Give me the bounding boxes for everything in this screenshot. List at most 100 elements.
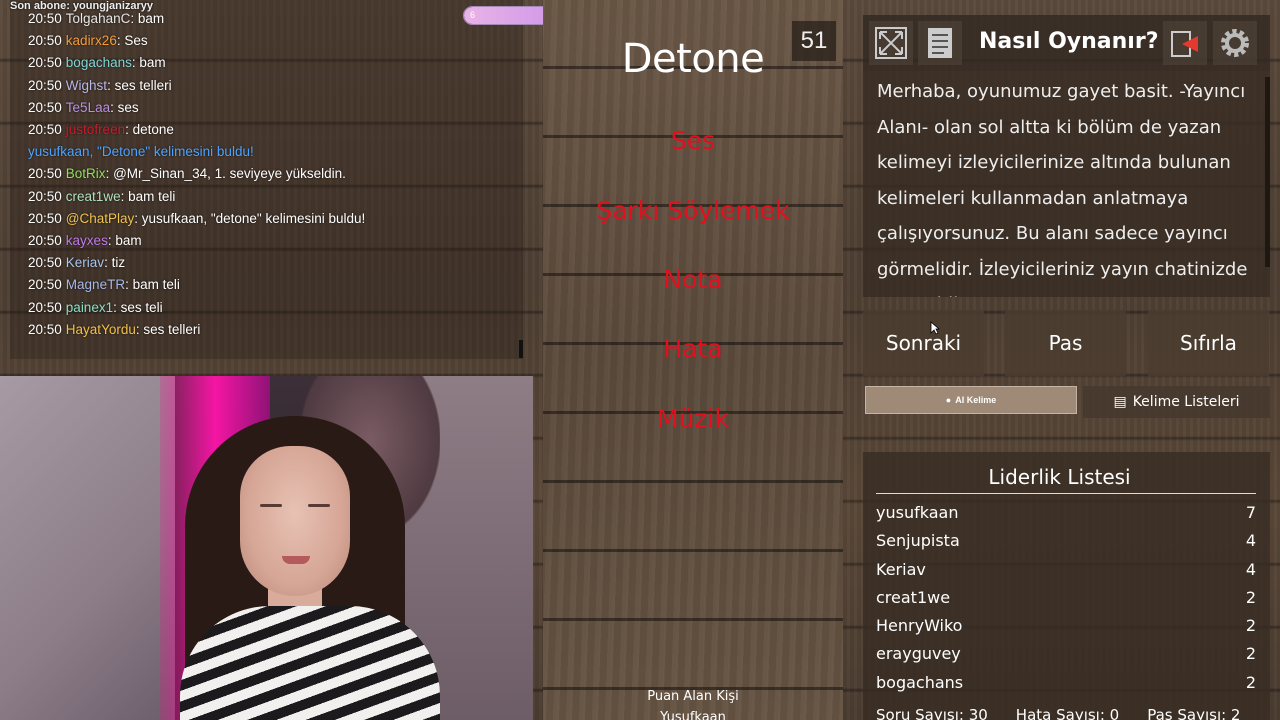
- webcam-streamer-face: [240, 446, 350, 596]
- leaderboard-panel: Liderlik Listesi yusufkaan 7 Senjupista 4 Ke…: [863, 452, 1270, 720]
- howto-title: Nasıl Oynanır?: [979, 29, 1159, 54]
- chat-message-text: bam: [137, 10, 165, 26]
- word-lists-button[interactable]: ▤ Kelime Listeleri: [1083, 386, 1270, 418]
- chat-message: 20:50 painex1: ses teli: [28, 299, 163, 315]
- chat-message-text: bam teli: [132, 277, 180, 293]
- chat-message-text: ses telleri: [143, 321, 201, 337]
- forbidden-word: Ses: [670, 126, 716, 155]
- question-count: Soru Sayısı: 30: [876, 706, 988, 720]
- chat-message: 20:50 @ChatPlay: yusufkaan, "detone" keli…: [28, 210, 366, 226]
- chat-message: 20:50 Wighst: ses telleri: [28, 77, 172, 93]
- chat-username[interactable]: kadirx26: [66, 33, 117, 48]
- chat-message-text: bam teli: [128, 188, 176, 204]
- chat-username[interactable]: Keriav: [66, 255, 104, 270]
- leaderboard-row: bogachans 2: [876, 669, 1256, 697]
- leaderboard-row: Keriav 4: [876, 556, 1256, 584]
- chat-message-text: ses: [117, 99, 139, 115]
- chat-message-text: detone: [132, 121, 174, 137]
- exit-button[interactable]: [1163, 21, 1207, 65]
- chat-username[interactable]: TolgahanC: [66, 11, 131, 26]
- chat-timestamp: 20:50: [28, 33, 62, 49]
- chat-message: 20:50 Keriav: tiz: [28, 255, 126, 271]
- leaderboard-title: Liderlik Listesi: [988, 465, 1131, 489]
- leaderboard-row: creat1we 2: [876, 584, 1256, 612]
- chat-message: 20:50 MagneTR: bam teli: [28, 277, 180, 293]
- forbidden-word: Şarkı Söylemek: [596, 196, 790, 225]
- chat-message-text: ses telleri: [114, 77, 172, 93]
- fullscreen-icon: [875, 27, 907, 59]
- chat-username[interactable]: Wighst: [66, 78, 107, 93]
- leaderboard-player-name: Keriav: [876, 559, 926, 579]
- chat-message: 20:50 HayatYordu: ses telleri: [28, 321, 201, 337]
- leaderboard-player-name: yusufkaan: [876, 503, 959, 522]
- pass-button[interactable]: Pas: [1005, 310, 1126, 376]
- webcam-streamer-sweater: [180, 606, 440, 720]
- webcam-streamer-eye: [260, 504, 282, 507]
- settings-button[interactable]: [1213, 21, 1257, 65]
- leaderboard-player-score: 2: [1245, 644, 1256, 664]
- chat-username[interactable]: bogachans: [66, 55, 132, 70]
- forbidden-word: Müzik: [657, 404, 729, 433]
- leaderboard-player-name: Senjupista: [876, 531, 960, 551]
- chat-username[interactable]: @ChatPlay: [66, 211, 134, 226]
- chat-timestamp: 20:50: [28, 99, 62, 115]
- forbidden-word: Hata: [663, 334, 723, 363]
- chat-message-text: bam: [115, 232, 142, 248]
- chat-timestamp: 20:50: [28, 277, 62, 293]
- howto-text: Merhaba, oyunumuz gayet basit. -Yayıncı …: [877, 81, 1248, 297]
- ai-word-button[interactable]: ● AI Kelime: [865, 386, 1077, 414]
- chat-username[interactable]: creat1we: [66, 189, 121, 204]
- reset-button[interactable]: Sıfırla: [1148, 310, 1269, 376]
- chat-message: 20:50 kayxes: bam: [28, 232, 142, 248]
- leaderboard-player-name: bogachans: [876, 672, 964, 692]
- exit-icon: [1171, 31, 1198, 57]
- chat-message-list: 20:50 TolgahanC: bam 20:50 kadirx26: Ses 20:…: [28, 8, 513, 341]
- chat-message: 20:50 BotRix: @Mr_Sinan_34, 1. seviyeye y…: [28, 166, 346, 182]
- webcam-feed: [0, 376, 533, 720]
- chat-timestamp: 20:50: [28, 232, 62, 248]
- chat-scrollbar[interactable]: [519, 340, 523, 358]
- leaderboard-divider: [876, 493, 1256, 494]
- chat-username[interactable]: Te5Laa: [66, 100, 110, 115]
- fullscreen-button[interactable]: [869, 21, 913, 65]
- scorer-label: Puan Alan Kişi: [647, 689, 739, 704]
- chat-message-text: yusufkaan, "Detone" kelimesini buldu!: [28, 144, 254, 160]
- game-stats: Soru Sayısı: 30 Hata Sayısı: 0 Pas Sayıs…: [876, 706, 1270, 720]
- pass-count: Pas Sayısı: 2: [1147, 706, 1241, 720]
- leaderboard-player-score: 7: [1245, 503, 1256, 522]
- chat-message-text: @Mr_Sinan_34, 1. seviyeye yükseldin.: [113, 166, 346, 182]
- chat-message-text: bam: [139, 55, 166, 71]
- chat-message: 20:50 Te5Laa: ses: [28, 99, 139, 115]
- chat-username[interactable]: kayxes: [66, 233, 108, 248]
- chat-message: 20:50 justofreen: detone: [28, 121, 174, 137]
- next-button[interactable]: Sonraki: [863, 310, 984, 376]
- howto-text-panel: Merhaba, oyunumuz gayet basit. -Yayıncı …: [863, 71, 1270, 297]
- scorer-name: Yusufkaan: [660, 710, 726, 720]
- chat-timestamp: 20:50: [28, 55, 62, 71]
- chat-username[interactable]: BotRix: [66, 166, 106, 181]
- chat-message-text: tiz: [111, 255, 126, 271]
- webcam-wall: [0, 376, 175, 720]
- chat-username[interactable]: painex1: [66, 300, 113, 315]
- word-lists-label: Kelime Listeleri: [1132, 394, 1240, 410]
- chat-system-message: yusufkaan, "Detone" kelimesini buldu!: [28, 141, 513, 163]
- chat-message: 20:50 kadirx26: Ses: [28, 33, 148, 49]
- notes-button[interactable]: [918, 21, 962, 65]
- leaderboard-player-score: 2: [1245, 616, 1256, 636]
- ai-word-label: AI Kelime: [955, 395, 997, 405]
- leaderboard-player-name: HenryWiko: [876, 616, 963, 636]
- chat-message: 20:50 bogachans: bam: [28, 55, 166, 71]
- webcam-streamer-mouth: [282, 556, 310, 564]
- chat-message-text: ses teli: [120, 299, 163, 315]
- chat-username[interactable]: MagneTR: [66, 277, 125, 292]
- chat-timestamp: 20:50: [28, 77, 62, 93]
- target-word: Detone: [621, 36, 765, 82]
- chat-username[interactable]: HayatYordu: [66, 322, 136, 337]
- leaderboard-row: HenryWiko 2: [876, 612, 1256, 640]
- leaderboard-row: erayguvey 2: [876, 640, 1256, 668]
- notes-icon: [928, 28, 952, 58]
- chat-timestamp: 20:50: [28, 321, 62, 337]
- howto-scrollbar[interactable]: [1265, 77, 1270, 267]
- chat-username[interactable]: justofreen: [66, 122, 125, 137]
- leaderboard-rows: yusufkaan 7 Senjupista 4 Keriav 4 creat1we 2 Hen…: [876, 499, 1256, 697]
